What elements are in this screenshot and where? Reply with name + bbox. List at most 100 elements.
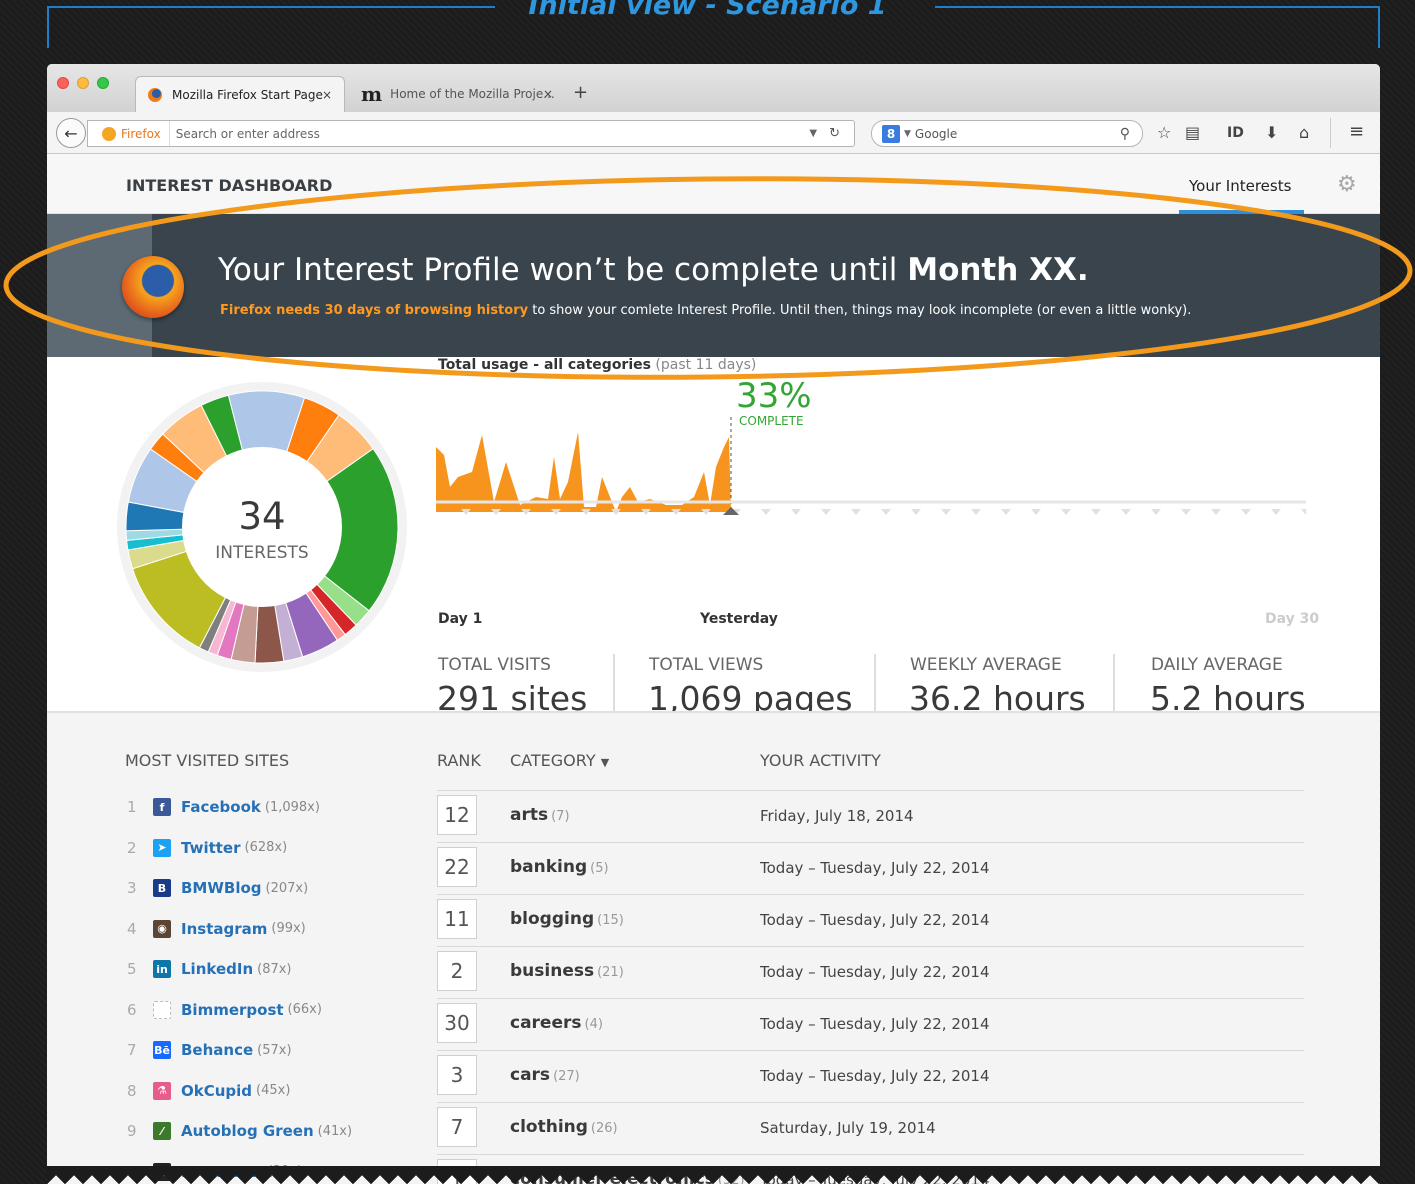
category-row[interactable]: 30 careers (4) Today – Tuesday, July 22, … — [437, 999, 1304, 1051]
identity-box[interactable]: Firefox — [88, 121, 170, 146]
site-name-link[interactable]: BMWBlog — [181, 879, 262, 897]
notice-banner: Your Interest Profile won’t be complete … — [47, 214, 1380, 357]
timeline-tick — [1121, 509, 1131, 515]
category-name[interactable]: business (21) — [510, 961, 624, 981]
site-name-link[interactable]: Autoblog Green — [181, 1122, 314, 1140]
category-name[interactable]: blogging (15) — [510, 909, 624, 929]
site-name-link[interactable]: Instagram — [181, 920, 267, 938]
close-tab-icon[interactable]: × — [322, 88, 332, 102]
toolbar-divider — [1330, 118, 1331, 148]
frame-line — [47, 6, 49, 48]
category-activity: Today – Tuesday, July 22, 2014 — [760, 1015, 990, 1033]
tab-firefox-start[interactable]: Mozilla Firefox Start Page × — [135, 76, 345, 112]
site-row[interactable]: 8 ⚗ OkCupid (45x) — [127, 1079, 290, 1103]
timeline-tick — [1241, 509, 1251, 515]
site-name-link[interactable]: Twitter — [181, 839, 241, 857]
category-rank: 11 — [437, 899, 477, 939]
site-rank: 4 — [127, 919, 137, 938]
url-bar[interactable]: Firefox Search or enter address ▼ ↻ — [87, 120, 855, 147]
timeline-tick — [851, 509, 861, 515]
site-row[interactable]: 1 f Facebook (1,098x) — [127, 795, 320, 819]
category-label: cars — [510, 1065, 551, 1085]
settings-gear-icon[interactable]: ⚙ — [1337, 172, 1357, 197]
timeline-tick — [1181, 509, 1191, 515]
category-label: arts — [510, 805, 549, 825]
site-rank: 6 — [127, 1000, 137, 1019]
category-name[interactable]: clothing (26) — [510, 1117, 618, 1137]
back-button[interactable]: ← — [56, 118, 86, 148]
site-visit-count: (57x) — [257, 1042, 292, 1058]
tab-mozilla-home[interactable]: m Home of the Mozilla Proje... × — [355, 76, 565, 112]
close-tab-icon[interactable]: × — [543, 87, 553, 101]
sort-caret-icon: ▼ — [600, 756, 610, 769]
site-name-link[interactable]: Bimmerpost — [181, 1001, 284, 1019]
category-rank: 12 — [437, 795, 477, 835]
site-visit-count: (99x) — [271, 921, 306, 936]
search-bar[interactable]: 8 ▼ Google ⚲ — [871, 120, 1143, 147]
site-row[interactable]: 5 in LinkedIn (87x) — [127, 957, 292, 981]
site-row[interactable]: 4 ◉ Instagram (99x) — [127, 917, 306, 941]
minimize-window-button[interactable] — [77, 77, 89, 89]
tab-label: Home of the Mozilla Proje... — [390, 87, 555, 101]
site-name-link[interactable]: OkCupid — [181, 1082, 252, 1100]
usage-title-text: Total usage - all categories — [438, 357, 651, 373]
site-name-link[interactable]: LinkedIn — [181, 960, 253, 978]
category-activity: Saturday, July 19, 2014 — [760, 1119, 936, 1137]
menu-icon[interactable]: ≡ — [1349, 121, 1364, 142]
timeline-tick — [791, 509, 801, 515]
maximize-window-button[interactable] — [97, 77, 109, 89]
timeline-tick — [821, 509, 831, 515]
identity-id-icon[interactable]: ID — [1227, 125, 1244, 141]
category-name[interactable]: arts (7) — [510, 805, 570, 825]
category-row[interactable]: 22 banking (5) Today – Tuesday, July 22, … — [437, 843, 1304, 895]
site-row[interactable]: 9 ⁄ Autoblog Green (41x) — [127, 1119, 352, 1143]
category-column-header[interactable]: CATEGORY ▼ — [510, 751, 609, 770]
category-label: banking — [510, 857, 588, 877]
site-row[interactable]: 3 B BMWBlog (207x) — [127, 876, 308, 900]
category-row[interactable]: 11 blogging (15) Today – Tuesday, July 22… — [437, 895, 1304, 947]
dropdown-arrow-icon[interactable]: ▼ — [809, 128, 817, 139]
category-name[interactable]: careers (4) — [510, 1013, 603, 1033]
category-row[interactable]: 7 clothing (26) Saturday, July 19, 2014 — [437, 1103, 1304, 1155]
site-visit-count: (87x) — [257, 961, 292, 977]
reload-icon[interactable]: ↻ — [829, 126, 840, 141]
timeline-tick — [1211, 509, 1221, 515]
category-activity: Friday, July 18, 2014 — [760, 807, 914, 825]
site-row[interactable]: 2 ➤ Twitter (628x) — [127, 836, 287, 860]
site-rank: 9 — [127, 1122, 137, 1140]
google-engine-icon[interactable]: 8 — [882, 124, 900, 143]
site-row[interactable]: 7 Bē Behance (57x) — [127, 1038, 292, 1062]
bookmark-star-icon[interactable]: ☆ — [1157, 123, 1171, 142]
category-count: (26) — [590, 1121, 618, 1136]
search-icon[interactable]: ⚲ — [1120, 126, 1130, 142]
category-rank: 30 — [437, 1003, 477, 1043]
new-tab-button[interactable]: + — [573, 82, 588, 103]
stat-divider — [613, 654, 615, 716]
site-visit-count: (41x) — [317, 1123, 353, 1139]
url-input[interactable]: Search or enter address — [170, 127, 810, 141]
search-input[interactable]: Google — [915, 127, 1120, 141]
category-name[interactable]: banking (5) — [510, 857, 609, 877]
details-section: MOST VISITED SITES 1 f Facebook (1,098x)… — [47, 711, 1380, 1184]
category-name[interactable]: cars (27) — [510, 1065, 580, 1085]
category-row[interactable]: 2 business (21) Today – Tuesday, July 22,… — [437, 947, 1304, 999]
site-name-link[interactable]: Facebook — [181, 798, 261, 816]
mozilla-icon: m — [361, 82, 383, 106]
timeline-tick — [1271, 509, 1281, 515]
tab-your-interests-label: Your Interests — [1189, 177, 1292, 195]
category-row[interactable]: 3 cars (27) Today – Tuesday, July 22, 201… — [437, 1051, 1304, 1103]
close-window-button[interactable] — [57, 77, 69, 89]
back-arrow-icon: ← — [64, 123, 78, 143]
category-row[interactable]: 12 arts (7) Friday, July 18, 2014 — [437, 791, 1304, 843]
home-icon[interactable]: ⌂ — [1299, 123, 1309, 142]
site-row[interactable]: 6 Bimmerpost (66x) — [127, 998, 322, 1022]
category-activity: Today – Tuesday, July 22, 2014 — [760, 911, 990, 929]
banner-headline-text: Your Interest Profile won’t be complete … — [218, 252, 908, 288]
category-label: business — [510, 961, 595, 981]
firefox-icon — [148, 87, 162, 102]
site-name-link[interactable]: Behance — [181, 1041, 253, 1059]
reading-list-icon[interactable]: ▤ — [1185, 123, 1200, 142]
banner-headline-date: Month XX. — [907, 252, 1089, 288]
downloads-icon[interactable]: ⬇ — [1265, 123, 1278, 142]
tab-your-interests[interactable]: Your Interests — [1179, 154, 1304, 215]
